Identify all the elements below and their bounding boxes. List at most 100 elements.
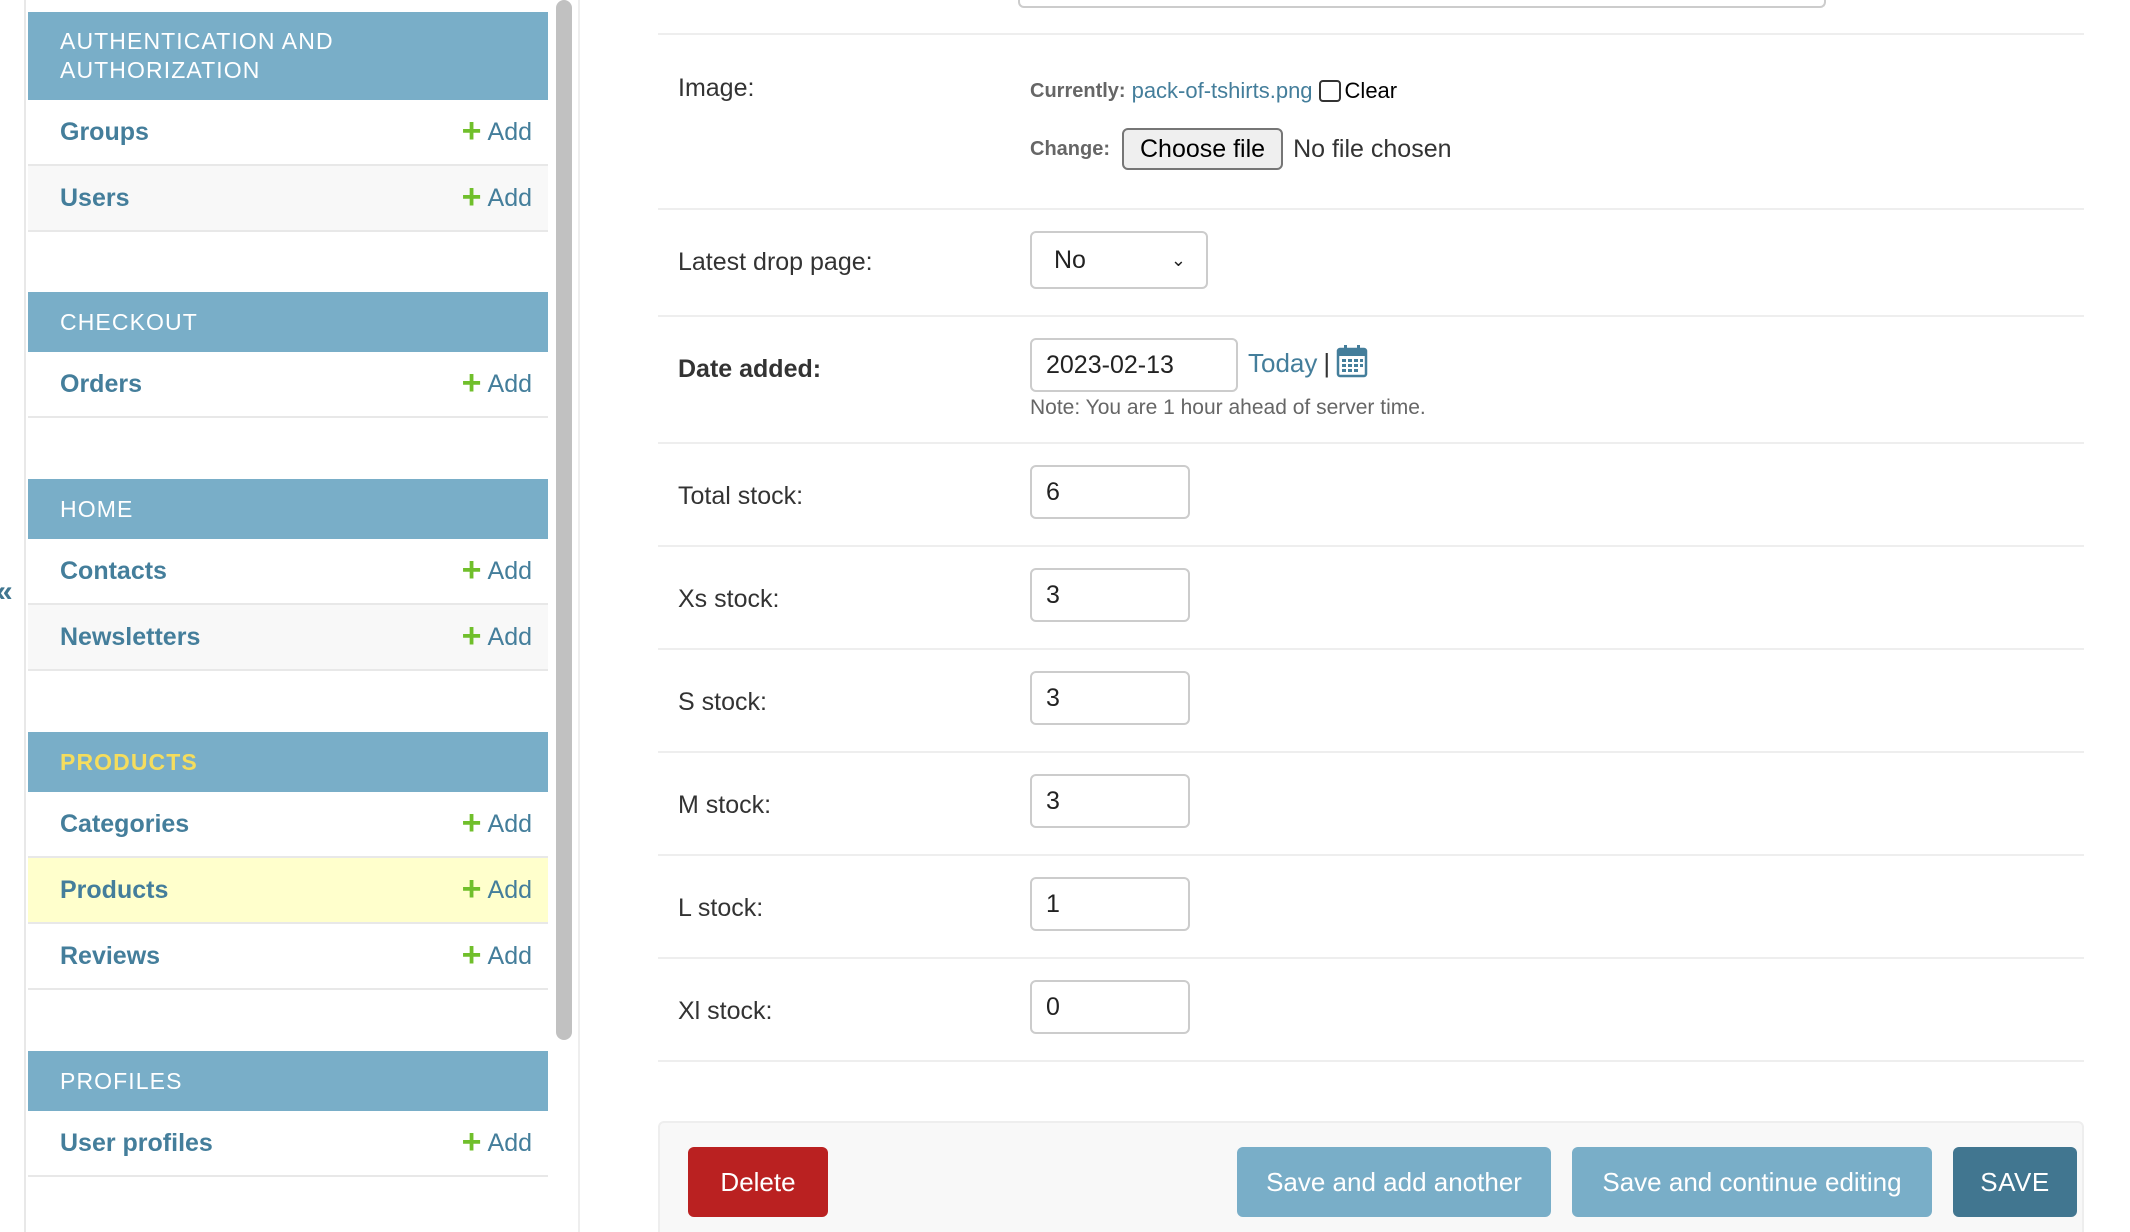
- add-label: Add: [487, 117, 532, 146]
- sidebar-link-orders[interactable]: Orders: [60, 370, 142, 399]
- module-header-checkout[interactable]: Checkout: [28, 292, 548, 352]
- add-user-profile-link[interactable]: + Add: [461, 1122, 532, 1161]
- module-title: Home: [60, 495, 134, 522]
- sidebar-link-contacts[interactable]: Contacts: [60, 557, 167, 586]
- row-divider: [658, 751, 2084, 753]
- module-header-products[interactable]: Products: [28, 732, 548, 792]
- calendar-icon[interactable]: [1336, 344, 1368, 383]
- plus-icon: +: [461, 550, 482, 589]
- xs-stock-input[interactable]: 3: [1030, 568, 1190, 622]
- row-divider: [658, 545, 2084, 547]
- currently-label: Currently:: [1030, 79, 1126, 102]
- row-divider: [658, 442, 2084, 444]
- sidebar-item-users: Users + Add: [28, 166, 548, 232]
- delete-button[interactable]: Delete: [688, 1147, 828, 1217]
- sidebar-link-newsletters[interactable]: Newsletters: [60, 623, 200, 652]
- plus-icon: +: [461, 1122, 482, 1161]
- sidebar-scrollbar-thumb[interactable]: [556, 0, 572, 1040]
- row-divider: [658, 854, 2084, 856]
- clear-label: Clear: [1344, 78, 1398, 103]
- module-title: Authentication and Authorization: [60, 28, 334, 83]
- row-divider: [658, 208, 2084, 210]
- add-review-link[interactable]: + Add: [461, 935, 532, 974]
- date-shortcuts: Today |: [1248, 344, 1368, 383]
- add-label: Add: [487, 875, 532, 904]
- module-home: Home Contacts + Add Newsletters + Add: [28, 479, 548, 671]
- module-title: Checkout: [60, 308, 198, 335]
- module-authentication: Authentication and Authorization Groups …: [28, 12, 548, 232]
- sidebar-item-categories: Categories + Add: [28, 792, 548, 858]
- add-label: Add: [487, 809, 532, 838]
- add-label: Add: [487, 369, 532, 398]
- save-and-continue-button[interactable]: Save and continue editing: [1572, 1147, 1932, 1217]
- module-header-home[interactable]: Home: [28, 479, 548, 539]
- date-added-label: Date added:: [678, 355, 822, 383]
- date-added-input[interactable]: 2023-02-13: [1030, 338, 1238, 392]
- date-shortcut-separator: |: [1323, 348, 1331, 378]
- module-header-auth[interactable]: Authentication and Authorization: [28, 12, 548, 100]
- choose-file-button[interactable]: Choose file: [1122, 128, 1284, 170]
- module-profiles: Profiles User profiles + Add: [28, 1051, 548, 1177]
- add-product-link[interactable]: + Add: [462, 872, 532, 906]
- toggle-nav-sidebar-button[interactable]: «: [0, 572, 14, 612]
- admin-change-page: « Authentication and Authorization Group…: [0, 0, 2130, 1232]
- image-currently-row: Currently: pack-of-tshirts.png Clear: [1030, 78, 1397, 104]
- submit-row: Delete Save and add another Save and con…: [658, 1121, 2084, 1232]
- plus-icon: +: [461, 935, 482, 974]
- xs-stock-label: Xs stock:: [678, 585, 780, 613]
- plus-icon: +: [461, 616, 482, 655]
- add-contact-link[interactable]: + Add: [461, 550, 532, 589]
- chevron-down-icon: ⌄: [1170, 249, 1186, 270]
- total-stock-input[interactable]: 6: [1030, 465, 1190, 519]
- module-checkout: Checkout Orders + Add: [28, 292, 548, 418]
- sidebar-link-user-profiles[interactable]: User profiles: [60, 1129, 213, 1158]
- s-stock-input[interactable]: 3: [1030, 671, 1190, 725]
- select-value: No: [1054, 245, 1086, 274]
- previous-field-input[interactable]: [1018, 0, 1826, 8]
- sidebar-item-orders: Orders + Add: [28, 352, 548, 418]
- today-link[interactable]: Today: [1248, 348, 1317, 379]
- save-button[interactable]: SAVE: [1953, 1147, 2077, 1217]
- save-and-add-another-button[interactable]: Save and add another: [1237, 1147, 1551, 1217]
- total-stock-label: Total stock:: [678, 482, 804, 510]
- plus-icon: +: [461, 803, 482, 842]
- sidebar-item-products: Products + Add: [28, 858, 548, 924]
- timezone-note: Note: You are 1 hour ahead of server tim…: [1030, 396, 1426, 419]
- sidebar-item-newsletters: Newsletters + Add: [28, 605, 548, 671]
- sidebar-link-reviews[interactable]: Reviews: [60, 942, 160, 971]
- no-file-chosen-text: No file chosen: [1293, 134, 1452, 163]
- change-form: Image: Currently: pack-of-tshirts.png Cl…: [658, 0, 2084, 1232]
- sidebar-item-groups: Groups + Add: [28, 100, 548, 166]
- current-image-link[interactable]: pack-of-tshirts.png: [1132, 78, 1313, 104]
- sidebar-link-groups[interactable]: Groups: [60, 118, 149, 147]
- add-newsletter-link[interactable]: + Add: [461, 616, 532, 655]
- module-header-profiles[interactable]: Profiles: [28, 1051, 548, 1111]
- module-title: Profiles: [60, 1067, 183, 1094]
- add-category-link[interactable]: + Add: [461, 803, 532, 842]
- row-divider: [658, 33, 2084, 35]
- change-label: Change:: [1030, 137, 1110, 160]
- l-stock-input[interactable]: 1: [1030, 877, 1190, 931]
- add-user-link[interactable]: + Add: [462, 180, 532, 214]
- content-divider: [578, 0, 580, 1232]
- sidebar-link-products[interactable]: Products: [60, 876, 168, 905]
- module-title: Products: [60, 748, 198, 775]
- latest-drop-page-select[interactable]: No ⌄: [1030, 231, 1208, 289]
- xl-stock-label: Xl stock:: [678, 997, 773, 1025]
- add-order-link[interactable]: + Add: [461, 363, 532, 402]
- clear-image-checkbox[interactable]: [1318, 80, 1341, 102]
- sidebar-link-categories[interactable]: Categories: [60, 810, 189, 839]
- add-label: Add: [487, 622, 532, 651]
- add-group-link[interactable]: + Add: [461, 111, 532, 150]
- sidebar-link-users[interactable]: Users: [60, 184, 130, 213]
- l-stock-label: L stock:: [678, 894, 764, 922]
- plus-icon: +: [461, 111, 482, 150]
- xl-stock-input[interactable]: 0: [1030, 980, 1190, 1034]
- row-divider: [658, 648, 2084, 650]
- add-label: Add: [487, 556, 532, 585]
- plus-icon: +: [461, 363, 482, 402]
- add-label: Add: [487, 183, 532, 212]
- module-products: Products Categories + Add Products + Add R…: [28, 732, 548, 990]
- m-stock-input[interactable]: 3: [1030, 774, 1190, 828]
- s-stock-label: S stock:: [678, 688, 767, 716]
